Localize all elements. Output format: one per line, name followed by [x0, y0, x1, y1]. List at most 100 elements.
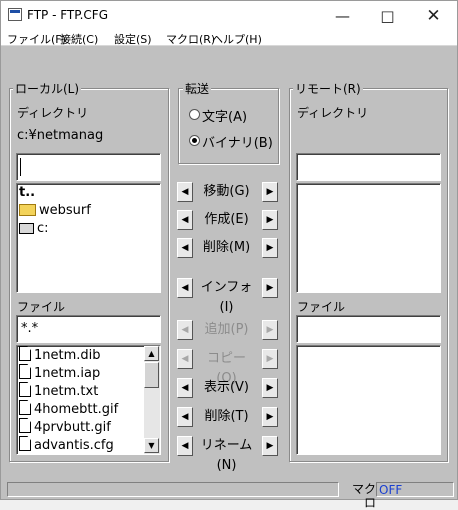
radio-text-mode[interactable]: 文字(A)	[189, 106, 274, 125]
file-name: 4prvbutt.gif	[34, 420, 111, 435]
menu-settings[interactable]: 設定(S)	[114, 31, 152, 47]
action-row-move: ◀ 移動(G) ▶	[176, 182, 282, 204]
append-button-label[interactable]: 追加(P)	[198, 320, 255, 340]
local-file-label: ファイル	[17, 300, 66, 314]
menu-file[interactable]: ファイル(F)	[7, 31, 66, 47]
rename-button-label[interactable]: リネーム(N)	[198, 436, 255, 473]
file-icon	[19, 346, 31, 361]
window-title: FTP - FTP.CFG	[27, 8, 108, 22]
info-right-arrow-icon[interactable]: ▶	[262, 278, 278, 298]
action-row-delete-dir: ◀ 削除(M) ▶	[176, 238, 282, 260]
radio-binary-mode[interactable]: バイナリ(B)	[189, 132, 274, 151]
action-row-create: ◀ 作成(E) ▶	[176, 210, 282, 232]
info-left-arrow-icon[interactable]: ◀	[177, 278, 193, 298]
remote-dir-input[interactable]	[296, 153, 441, 181]
radio-text-indicator[interactable]	[189, 109, 200, 120]
local-group-label: ローカル(L)	[13, 80, 82, 97]
menu-help[interactable]: ヘルプ(H)	[212, 31, 262, 47]
action-row-delete-file: ◀ 削除(T) ▶	[176, 407, 282, 429]
radio-text-label: 文字(A)	[202, 110, 248, 125]
local-file-list[interactable]: 1netm.dib 1netm.iap 1netm.txt 4homebtt.g…	[16, 345, 161, 455]
view-left-arrow-icon[interactable]: ◀	[177, 378, 193, 398]
scroll-thumb[interactable]	[144, 362, 159, 388]
delete-file-left-arrow-icon[interactable]: ◀	[177, 407, 193, 427]
append-left-arrow-icon[interactable]: ◀	[177, 320, 193, 340]
minimize-button[interactable]: —	[320, 2, 365, 30]
action-row-info: ◀ インフォ(I) ▶	[176, 278, 282, 315]
delete-file-right-arrow-icon[interactable]: ▶	[262, 407, 278, 427]
file-icon	[19, 400, 31, 415]
macro-label: マクロ	[351, 482, 376, 510]
dir-row-parent[interactable]: t..	[17, 184, 160, 202]
dir-row-websurf[interactable]: websurf	[17, 202, 160, 220]
menu-connect[interactable]: 接続(C)	[60, 31, 98, 47]
copy-left-arrow-icon[interactable]: ◀	[177, 349, 193, 369]
status-message-panel	[7, 482, 339, 497]
local-path: c:¥netmanag	[17, 128, 104, 143]
maximize-button[interactable]: □	[365, 2, 410, 30]
move-left-arrow-icon[interactable]: ◀	[177, 182, 193, 202]
dir-row-drive[interactable]: c:	[17, 220, 160, 238]
status-bar: マクロ OFF	[1, 479, 457, 510]
file-icon	[19, 382, 31, 397]
local-dir-input[interactable]	[16, 153, 161, 181]
local-file-filter[interactable]: *.*	[16, 315, 161, 343]
remote-file-list[interactable]	[296, 345, 441, 455]
radio-binary-indicator[interactable]	[189, 135, 200, 146]
app-icon	[8, 8, 22, 21]
view-button-label[interactable]: 表示(V)	[198, 378, 255, 398]
radio-binary-label: バイナリ(B)	[202, 136, 273, 151]
create-right-arrow-icon[interactable]: ▶	[262, 210, 278, 230]
remote-dir-label: ディレクトリ	[297, 106, 369, 120]
create-button-label[interactable]: 作成(E)	[198, 210, 255, 230]
transfer-group-label: 転送	[183, 80, 212, 97]
delete-dir-left-arrow-icon[interactable]: ◀	[177, 238, 193, 258]
remote-file-label: ファイル	[297, 300, 346, 314]
move-right-arrow-icon[interactable]: ▶	[262, 182, 278, 202]
file-row[interactable]: advantis.cfg	[17, 436, 160, 454]
file-icon	[19, 364, 31, 379]
file-icon	[19, 436, 31, 451]
remote-file-filter[interactable]	[296, 315, 441, 343]
rename-right-arrow-icon[interactable]: ▶	[262, 436, 278, 456]
scroll-up-button[interactable]: ▲	[144, 346, 159, 361]
file-list-scrollbar[interactable]: ▲ ▼	[144, 346, 160, 454]
file-name: 1netm.dib	[34, 348, 101, 363]
action-row-rename: ◀ リネーム(N) ▶	[176, 436, 282, 473]
action-row-append: ◀ 追加(P) ▶	[176, 320, 282, 342]
info-button-label[interactable]: インフォ(I)	[198, 278, 255, 315]
delete-dir-button-label[interactable]: 削除(M)	[198, 238, 255, 258]
copy-right-arrow-icon[interactable]: ▶	[262, 349, 278, 369]
file-row[interactable]: 4homebtt.gif	[17, 400, 160, 418]
dir-name: c:	[37, 221, 49, 236]
remote-dir-list[interactable]	[296, 183, 441, 293]
delete-dir-right-arrow-icon[interactable]: ▶	[262, 238, 278, 258]
menu-bar: ファイル(F) 接続(C) 設定(S) マクロ(R) ヘルプ(H)	[1, 29, 457, 46]
local-dir-list[interactable]: t.. websurf c:	[16, 183, 161, 293]
file-row[interactable]: 1netm.dib	[17, 346, 160, 364]
scroll-down-button[interactable]: ▼	[144, 438, 159, 453]
move-button-label[interactable]: 移動(G)	[198, 182, 255, 202]
file-row[interactable]: 1netm.iap	[17, 364, 160, 382]
action-row-copy: ◀ コピー(O) ▶	[176, 349, 282, 386]
delete-file-button-label[interactable]: 削除(T)	[198, 407, 255, 427]
transfer-group	[178, 88, 279, 164]
remote-group-label: リモート(R)	[293, 80, 363, 97]
file-row[interactable]: 4prvbutt.gif	[17, 418, 160, 436]
file-row[interactable]: 1netm.txt	[17, 382, 160, 400]
drive-icon	[19, 223, 34, 234]
rename-left-arrow-icon[interactable]: ◀	[177, 436, 193, 456]
copy-button-label[interactable]: コピー(O)	[198, 349, 255, 386]
view-right-arrow-icon[interactable]: ▶	[262, 378, 278, 398]
close-button[interactable]: ✕	[411, 2, 456, 30]
menu-macro[interactable]: マクロ(R)	[166, 31, 215, 47]
create-left-arrow-icon[interactable]: ◀	[177, 210, 193, 230]
file-icon	[19, 418, 31, 433]
file-name: 1netm.iap	[34, 366, 101, 381]
dir-name: websurf	[39, 203, 91, 218]
parent-dir-icon: t..	[19, 185, 36, 200]
folder-icon	[19, 204, 36, 216]
append-right-arrow-icon[interactable]: ▶	[262, 320, 278, 340]
action-row-view: ◀ 表示(V) ▶	[176, 378, 282, 400]
macro-state: OFF	[376, 482, 454, 497]
